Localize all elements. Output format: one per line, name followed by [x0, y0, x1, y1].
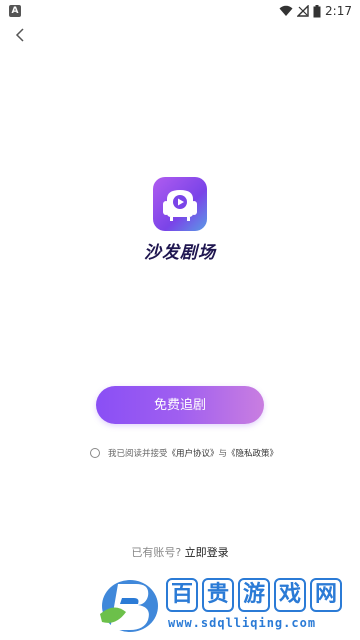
- agreement-radio[interactable]: [90, 448, 100, 458]
- watermark-char: 网: [310, 578, 342, 612]
- user-agreement-link[interactable]: 《用户协议》: [168, 447, 219, 459]
- login-link[interactable]: 立即登录: [185, 546, 229, 559]
- status-bar: A 2:17: [0, 0, 360, 22]
- watermark-char: 百: [166, 578, 198, 612]
- watermark-char: 游: [238, 578, 270, 612]
- signal-off-icon: [297, 5, 309, 17]
- wifi-icon: [279, 5, 293, 16]
- app-logo: [153, 177, 207, 231]
- watermark-char: 贵: [202, 578, 234, 612]
- privacy-policy-link[interactable]: 《隐私政策》: [227, 447, 278, 459]
- watermark-text: 百贵游戏网: [166, 578, 346, 612]
- status-icons: 2:17: [279, 3, 352, 19]
- battery-icon: [313, 4, 321, 17]
- app-notification-icon: A: [9, 5, 21, 17]
- watermark-char: 戏: [274, 578, 306, 612]
- free-watch-button[interactable]: 免费追剧: [96, 386, 264, 424]
- sofa-play-icon: [163, 190, 197, 221]
- chevron-left-icon: [15, 28, 24, 42]
- login-row: 已有账号? 立即登录: [0, 544, 360, 560]
- agreement-prefix: 我已阅读并接受: [108, 449, 168, 459]
- watermark-logo-icon: [100, 580, 158, 632]
- agreement-conjunction: 与: [218, 449, 228, 459]
- app-name: 沙发剧场: [144, 243, 216, 263]
- back-button[interactable]: [10, 24, 32, 46]
- status-time: 2:17: [325, 4, 352, 18]
- agreement-row: 我已阅读并接受 《用户协议》 与 《隐私政策》: [90, 446, 278, 460]
- watermark: 百贵游戏网 www.sdqlliqing.com: [96, 572, 360, 640]
- watermark-url: www.sdqlliqing.com: [168, 616, 317, 630]
- login-question: 已有账号?: [131, 546, 182, 559]
